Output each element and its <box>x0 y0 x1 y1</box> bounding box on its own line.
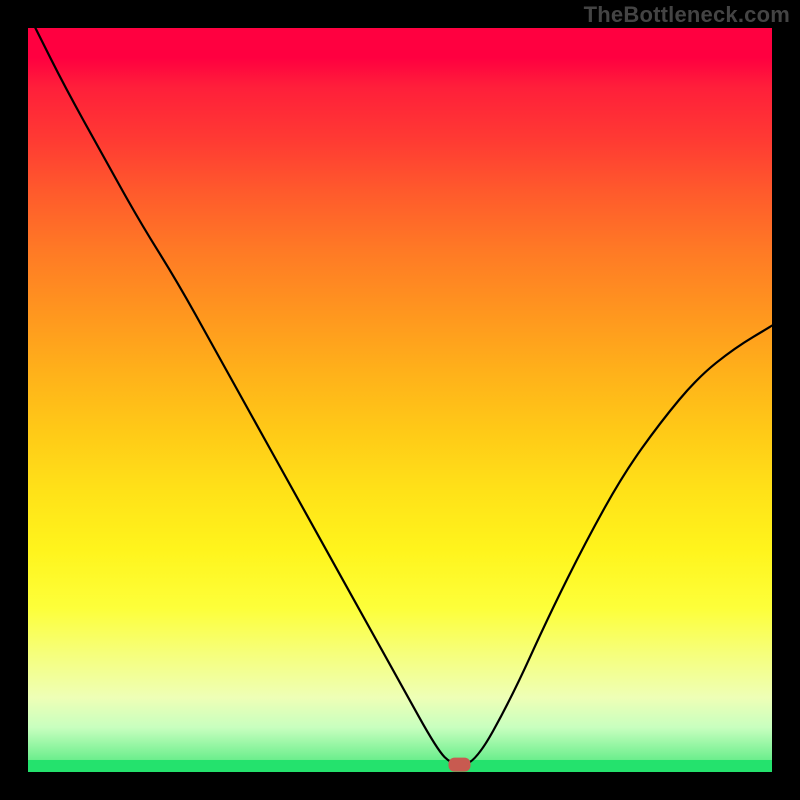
plot-area <box>28 28 772 772</box>
optimal-point-marker <box>449 758 471 772</box>
chart-frame: TheBottleneck.com <box>0 0 800 800</box>
bottleneck-curve-path <box>35 28 772 765</box>
bottleneck-curve-svg <box>28 28 772 772</box>
watermark-text: TheBottleneck.com <box>584 2 790 28</box>
